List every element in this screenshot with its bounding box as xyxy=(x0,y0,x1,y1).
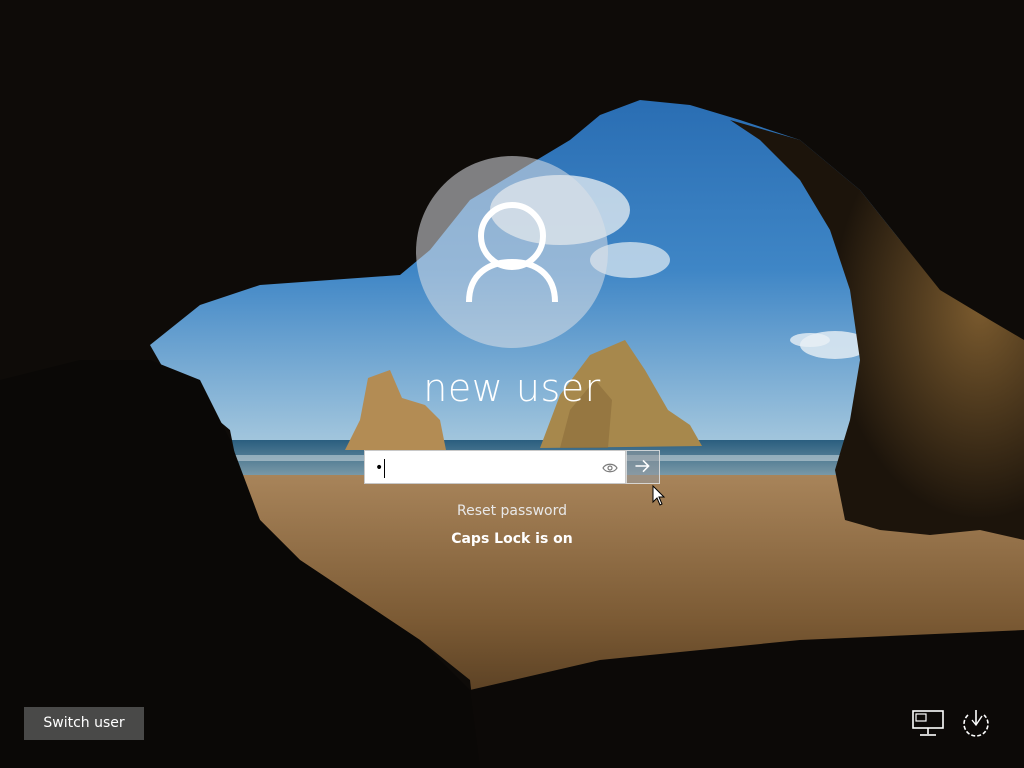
switch-user-button[interactable]: Switch user xyxy=(24,707,144,740)
user-avatar xyxy=(416,156,608,348)
reset-password-link[interactable]: Reset password xyxy=(362,503,662,519)
username-label: new user xyxy=(423,366,601,410)
mouse-cursor-icon xyxy=(652,485,666,506)
caps-lock-warning: Caps Lock is on xyxy=(451,531,573,547)
lock-screen: new user • Reset password Caps Lock is o… xyxy=(0,0,1024,768)
power-icon[interactable] xyxy=(958,706,994,742)
submit-button[interactable] xyxy=(626,450,660,484)
arrow-right-icon xyxy=(635,459,650,473)
password-container: • xyxy=(364,450,660,486)
password-mask: • xyxy=(375,460,384,476)
user-icon xyxy=(466,202,558,303)
text-caret xyxy=(384,459,385,478)
password-input[interactable]: • xyxy=(364,450,626,484)
eye-icon[interactable] xyxy=(601,459,619,477)
network-icon[interactable] xyxy=(910,708,946,740)
